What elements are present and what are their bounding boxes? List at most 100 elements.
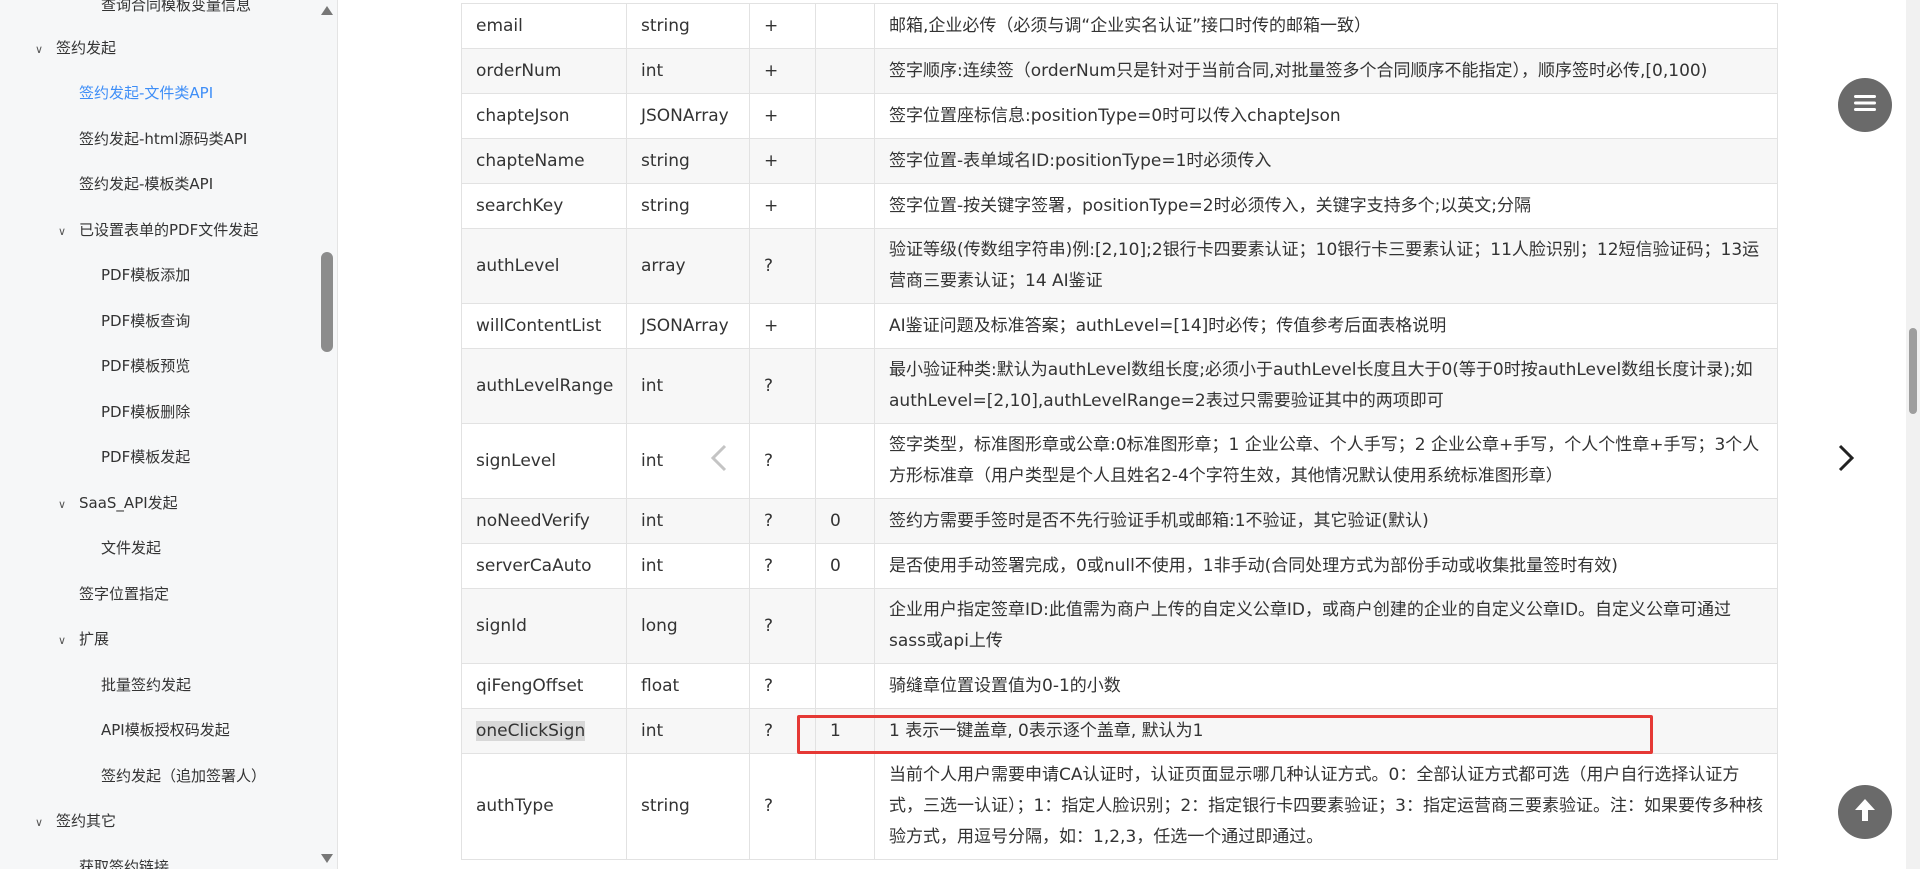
main-content: email string + 邮箱,企业必传（必须与调“企业实名认证”接口时传的…: [338, 0, 1920, 869]
param-type: float: [626, 663, 750, 709]
table-row: willContentList JSONArray + AI鉴证问题及标准答案；…: [461, 303, 1778, 349]
sidebar-item-label: 文件发起: [101, 539, 162, 557]
param-type: JSONArray: [626, 303, 750, 349]
param-required: +: [749, 303, 816, 349]
param-default: [815, 228, 875, 304]
param-default: [815, 93, 875, 139]
sidebar-item-label: API模板授权码发起: [101, 721, 230, 739]
scroll-down-arrow-icon[interactable]: [321, 854, 333, 863]
sidebar-item-label: PDF模板预览: [101, 357, 191, 375]
sidebar-item-label: SaaS_API发起: [79, 494, 178, 512]
sidebar-item-extension[interactable]: ∨ 扩展: [55, 624, 109, 654]
chevron-down-icon: ∨: [57, 498, 67, 511]
param-required: ?: [749, 753, 816, 860]
page-scrollbar-thumb[interactable]: [1909, 328, 1917, 414]
param-desc: 验证等级(传数组字符串)例:[2,10];2银行卡四要素认证；10银行卡三要素认…: [874, 228, 1778, 304]
sidebar-item-pdf-preview[interactable]: PDF模板预览: [101, 351, 190, 381]
param-desc: AI鉴证问题及标准答案；authLevel=[14]时必传；传值参考后面表格说明: [874, 303, 1778, 349]
param-name: signLevel: [461, 423, 627, 499]
sidebar-item-label: 签字位置指定: [79, 585, 170, 603]
param-name: chapteJson: [461, 93, 627, 139]
param-name: authType: [461, 753, 627, 860]
param-name: noNeedVerify: [461, 498, 627, 544]
param-type: int: [626, 708, 750, 754]
param-required: ?: [749, 543, 816, 589]
sidebar-item-label: 扩展: [79, 630, 110, 648]
param-type: int: [626, 543, 750, 589]
sidebar-item-api-template-auth[interactable]: API模板授权码发起: [101, 715, 230, 745]
sidebar-scrollbar-thumb[interactable]: [321, 252, 333, 352]
sidebar-item-saas-api[interactable]: ∨ SaaS_API发起: [55, 488, 178, 518]
sidebar-item-append-signer[interactable]: 签约发起（追加签署人）: [101, 761, 266, 791]
sidebar-item-sign-initiate[interactable]: ∨ 签约发起: [32, 33, 116, 63]
table-row: noNeedVerify int ? 0 签约方需要手签时是否不先行验证手机或邮…: [461, 498, 1778, 544]
scroll-up-arrow-icon[interactable]: [321, 6, 333, 15]
param-name: willContentList: [461, 303, 627, 349]
sidebar-item-pdf-initiate[interactable]: PDF模板发起: [101, 442, 190, 472]
sidebar-item-label: 签约发起-模板类API: [79, 175, 214, 193]
menu-button[interactable]: [1838, 78, 1892, 132]
sidebar-item-label: 已设置表单的PDF文件发起: [79, 221, 259, 239]
param-default: [815, 3, 875, 49]
param-desc: 骑缝章位置设置值为0-1的小数: [874, 663, 1778, 709]
sidebar-item-template-api[interactable]: 签约发起-模板类API: [79, 169, 213, 199]
sidebar-item-label: PDF模板添加: [101, 266, 191, 284]
param-default: [815, 48, 875, 94]
sidebar-item-pdf-query[interactable]: PDF模板查询: [101, 306, 190, 336]
sidebar-item-get-sign-link[interactable]: 获取签约链接: [79, 852, 169, 869]
sidebar-item-pdf-delete[interactable]: PDF模板删除: [101, 397, 190, 427]
param-default: 0: [815, 543, 875, 589]
sidebar-item-label: 签约其它: [56, 812, 117, 830]
sidebar-item-pdf-add[interactable]: PDF模板添加: [101, 260, 190, 290]
sidebar-item-label: 查询合同模板变量信息: [101, 0, 252, 14]
param-required: ?: [749, 708, 816, 754]
chevron-left-icon[interactable]: [710, 442, 728, 482]
sidebar-item-file-api[interactable]: 签约发起-文件类API: [79, 78, 213, 108]
sidebar-item-label: PDF模板查询: [101, 312, 191, 330]
param-desc: 1 表示一键盖章, 0表示逐个盖章, 默认为1: [874, 708, 1778, 754]
param-desc: 签字位置-按关键字签署，positionType=2时必须传入，关键字支持多个;…: [874, 183, 1778, 229]
chevron-down-icon: ∨: [57, 225, 67, 238]
sidebar-item-label: 获取签约链接: [79, 858, 170, 869]
param-type: int: [626, 498, 750, 544]
sidebar-item-html-api[interactable]: 签约发起-html源码类API: [79, 124, 247, 154]
param-required: ?: [749, 588, 816, 664]
param-desc: 签字类型，标准图形章或公章:0标准图形章；1 企业公章、个人手写；2 企业公章+…: [874, 423, 1778, 499]
back-to-top-button[interactable]: [1838, 785, 1892, 839]
param-default: [815, 348, 875, 424]
param-name: chapteName: [461, 138, 627, 184]
sidebar-item-batch-sign[interactable]: 批量签约发起: [101, 670, 191, 700]
param-required: +: [749, 93, 816, 139]
param-required: ?: [749, 663, 816, 709]
table-row: email string + 邮箱,企业必传（必须与调“企业实名认证”接口时传的…: [461, 3, 1778, 49]
param-type: long: [626, 588, 750, 664]
table-row: authLevelRange int ? 最小验证种类:默认为authLevel…: [461, 348, 1778, 424]
sidebar-item-label: 签约发起: [56, 39, 117, 57]
sidebar-item-file-initiate[interactable]: 文件发起: [101, 533, 161, 563]
param-required: ?: [749, 348, 816, 424]
chevron-right-icon[interactable]: [1837, 442, 1855, 482]
param-type: int: [626, 348, 750, 424]
param-desc: 签字顺序:连续签（orderNum只是针对于当前合同,对批量签多个合同顺序不能指…: [874, 48, 1778, 94]
param-required: +: [749, 183, 816, 229]
page-scrollbar[interactable]: [1906, 0, 1920, 869]
sidebar-item-pdf-form-initiate[interactable]: ∨ 已设置表单的PDF文件发起: [55, 215, 258, 245]
param-name: authLevelRange: [461, 348, 627, 424]
chevron-down-icon: ∨: [57, 634, 67, 647]
table-row: signLevel int ? 签字类型，标准图形章或公章:0标准图形章；1 企…: [461, 423, 1778, 499]
menu-icon: [1854, 94, 1876, 116]
param-default: [815, 663, 875, 709]
table-row: qiFengOffset float ? 骑缝章位置设置值为0-1的小数: [461, 663, 1778, 709]
highlighted-param-name: oneClickSign: [476, 720, 586, 741]
param-name: orderNum: [461, 48, 627, 94]
param-default: [815, 138, 875, 184]
sidebar-item-sign-other[interactable]: ∨ 签约其它: [32, 806, 116, 836]
sidebar-item-sign-position[interactable]: 签字位置指定: [79, 579, 169, 609]
param-type: array: [626, 228, 750, 304]
param-required: +: [749, 48, 816, 94]
table-row: chapteName string + 签字位置-表单域名ID:position…: [461, 138, 1778, 184]
table-row: serverCaAuto int ? 0 是否使用手动签署完成，0或null不使…: [461, 543, 1778, 589]
param-name: oneClickSign: [461, 708, 627, 754]
table-row: authType string ? 当前个人用户需要申请CA认证时，认证页面显示…: [461, 753, 1778, 860]
sidebar-item-query-template-vars[interactable]: 查询合同模板变量信息: [101, 0, 251, 20]
